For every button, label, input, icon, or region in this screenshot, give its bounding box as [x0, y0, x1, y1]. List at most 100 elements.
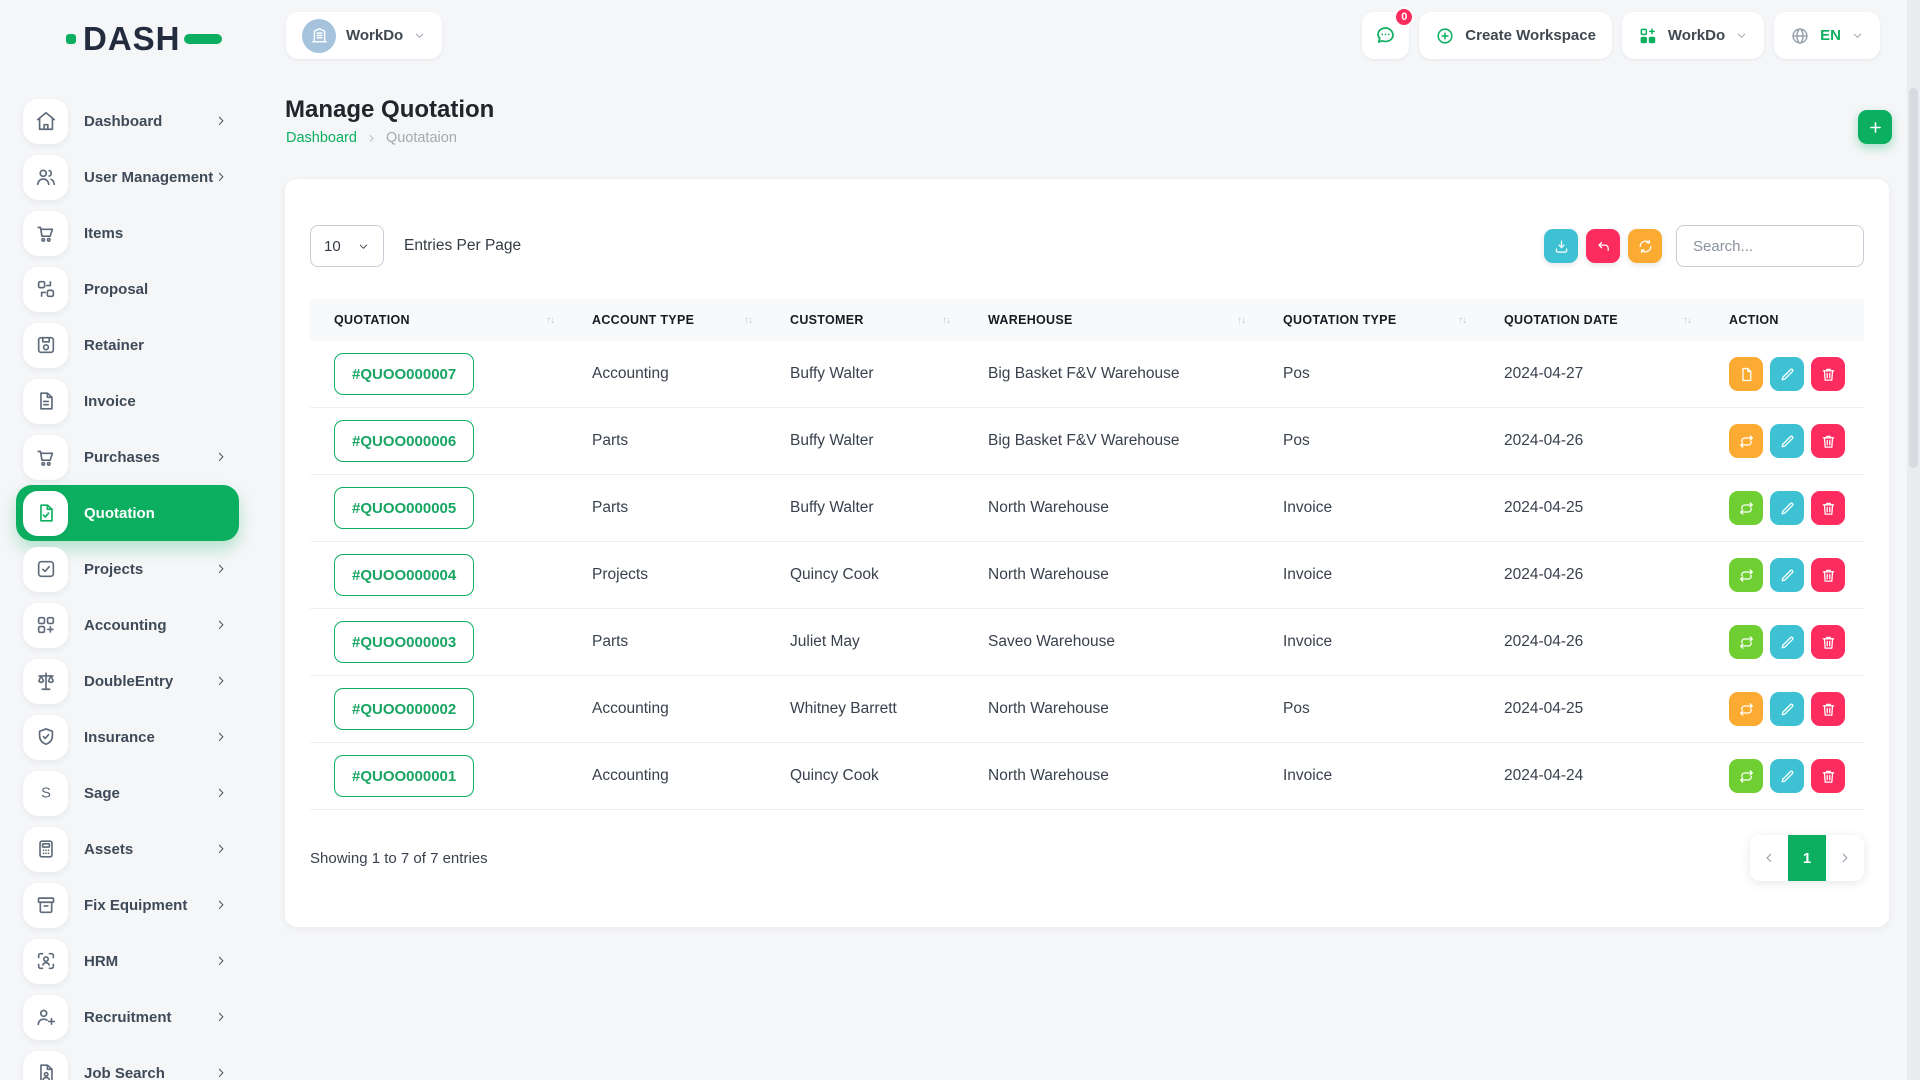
chevron-right-icon	[214, 618, 228, 632]
pagination-next-button[interactable]	[1826, 835, 1864, 881]
download-icon	[1553, 238, 1570, 255]
sort-icon[interactable]: ↑↓	[942, 315, 950, 326]
convert-button[interactable]	[1729, 558, 1763, 592]
language-selector[interactable]: EN	[1774, 12, 1880, 59]
column-header-action[interactable]: ACTION	[1705, 299, 1864, 341]
delete-button[interactable]	[1811, 558, 1845, 592]
sidebar-item-user-management[interactable]: User Management	[16, 149, 239, 205]
doc-user-icon	[23, 1051, 68, 1080]
row-actions	[1729, 424, 1858, 458]
edit-button[interactable]	[1770, 424, 1804, 458]
export-button[interactable]	[1544, 229, 1578, 263]
quotation-number-pill[interactable]: #QUOO000002	[334, 688, 474, 730]
chevron-right-icon	[214, 450, 228, 464]
sort-icon[interactable]: ↑↓	[1237, 315, 1245, 326]
cart-icon	[23, 435, 68, 480]
chevron-right-icon	[214, 786, 228, 800]
sidebar-item-purchases[interactable]: Purchases	[16, 429, 239, 485]
pencil-icon	[1779, 500, 1796, 517]
pagination-page-1[interactable]: 1	[1788, 835, 1826, 881]
delete-button[interactable]	[1811, 759, 1845, 793]
sort-icon[interactable]: ↑↓	[546, 315, 554, 326]
chevron-right-icon	[214, 674, 228, 688]
globe-icon	[1790, 26, 1810, 46]
column-header-quotation-type[interactable]: QUOTATION TYPE ↑↓	[1259, 299, 1480, 341]
workspace-name: WorkDo	[346, 27, 403, 44]
duplicate-button[interactable]	[1729, 357, 1763, 391]
column-header-account-type[interactable]: ACCOUNT TYPE ↑↓	[568, 299, 766, 341]
column-header-quotation-date[interactable]: QUOTATION DATE ↑↓	[1480, 299, 1705, 341]
edit-button[interactable]	[1770, 759, 1804, 793]
edit-button[interactable]	[1770, 692, 1804, 726]
table-row-quoo000006: #QUOO000006 Parts Buffy Walter Big Baske…	[310, 408, 1864, 475]
quotation-number-pill[interactable]: #QUOO000006	[334, 420, 474, 462]
convert-button[interactable]	[1729, 424, 1763, 458]
plus-circle-icon	[1435, 26, 1455, 46]
table-row-quoo000002: #QUOO000002 Accounting Whitney Barrett N…	[310, 676, 1864, 743]
sidebar-item-sage[interactable]: S Sage	[16, 765, 239, 821]
scrollbar-thumb[interactable]	[1909, 88, 1918, 468]
create-workspace-button[interactable]: Create Workspace	[1419, 12, 1612, 59]
convert-button[interactable]	[1729, 692, 1763, 726]
sidebar-item-invoice[interactable]: Invoice	[16, 373, 239, 429]
sidebar-item-retainer[interactable]: Retainer	[16, 317, 239, 373]
edit-button[interactable]	[1770, 491, 1804, 525]
column-header-quotation[interactable]: QUOTATION ↑↓	[310, 299, 568, 341]
delete-button[interactable]	[1811, 357, 1845, 391]
sort-icon[interactable]: ↑↓	[744, 315, 752, 326]
refresh-button[interactable]	[1628, 229, 1662, 263]
sidebar-item-recruitment[interactable]: Recruitment	[16, 989, 239, 1045]
delete-button[interactable]	[1811, 625, 1845, 659]
quotation-number-pill[interactable]: #QUOO000004	[334, 554, 474, 596]
sidebar-item-quotation[interactable]: Quotation	[16, 485, 239, 541]
quotation-number-pill[interactable]: #QUOO000003	[334, 621, 474, 663]
quotation-number-pill[interactable]: #QUOO000005	[334, 487, 474, 529]
pagination-prev-button[interactable]	[1750, 835, 1788, 881]
customer-cell: Whitney Barrett	[766, 676, 964, 743]
convert-button[interactable]	[1729, 491, 1763, 525]
convert-button[interactable]	[1729, 759, 1763, 793]
sort-icon[interactable]: ↑↓	[1683, 315, 1691, 326]
delete-button[interactable]	[1811, 424, 1845, 458]
warehouse-cell: Saveo Warehouse	[964, 609, 1259, 676]
delete-button[interactable]	[1811, 491, 1845, 525]
breadcrumb-dashboard-link[interactable]: Dashboard	[286, 130, 357, 146]
sort-icon[interactable]: ↑↓	[1458, 315, 1466, 326]
save-icon	[23, 323, 68, 368]
quotation-number-pill[interactable]: #QUOO000007	[334, 353, 474, 395]
delete-button[interactable]	[1811, 692, 1845, 726]
sidebar-item-fix-equipment[interactable]: Fix Equipment	[16, 877, 239, 933]
edit-button[interactable]	[1770, 357, 1804, 391]
transfer-grid-icon	[23, 267, 68, 312]
convert-icon	[1738, 768, 1755, 785]
trash-icon	[1820, 768, 1837, 785]
equipment-box-icon	[23, 883, 68, 928]
workdo-menu-button[interactable]: WorkDo	[1622, 12, 1764, 59]
quotation-number-pill[interactable]: #QUOO000001	[334, 755, 474, 797]
sidebar-item-insurance[interactable]: Insurance	[16, 709, 239, 765]
convert-button[interactable]	[1729, 625, 1763, 659]
undo-button[interactable]	[1586, 229, 1620, 263]
account-type-cell: Parts	[568, 475, 766, 542]
edit-button[interactable]	[1770, 558, 1804, 592]
column-header-warehouse[interactable]: WAREHOUSE ↑↓	[964, 299, 1259, 341]
sidebar-item-job-search[interactable]: Job Search	[16, 1045, 239, 1080]
chat-icon	[1374, 24, 1397, 47]
sidebar-item-assets[interactable]: Assets	[16, 821, 239, 877]
pencil-icon	[1779, 768, 1796, 785]
sidebar-item-hrm[interactable]: HRM	[16, 933, 239, 989]
edit-button[interactable]	[1770, 625, 1804, 659]
sidebar-item-accounting[interactable]: Accounting	[16, 597, 239, 653]
column-header-customer[interactable]: CUSTOMER ↑↓	[766, 299, 964, 341]
sidebar-item-projects[interactable]: Projects	[16, 541, 239, 597]
search-input[interactable]	[1676, 225, 1864, 267]
sidebar-item-doubleentry[interactable]: DoubleEntry	[16, 653, 239, 709]
messages-button[interactable]: 0	[1362, 12, 1409, 59]
add-quotation-button[interactable]	[1858, 110, 1892, 144]
workspace-switcher[interactable]: WorkDo	[286, 12, 442, 59]
sidebar-item-items[interactable]: Items	[16, 205, 239, 261]
sidebar-item-proposal[interactable]: Proposal	[16, 261, 239, 317]
sidebar-item-dashboard[interactable]: Dashboard	[16, 93, 239, 149]
entries-per-page-select[interactable]: 10	[310, 225, 384, 267]
table-row-quoo000001: #QUOO000001 Accounting Quincy Cook North…	[310, 743, 1864, 810]
